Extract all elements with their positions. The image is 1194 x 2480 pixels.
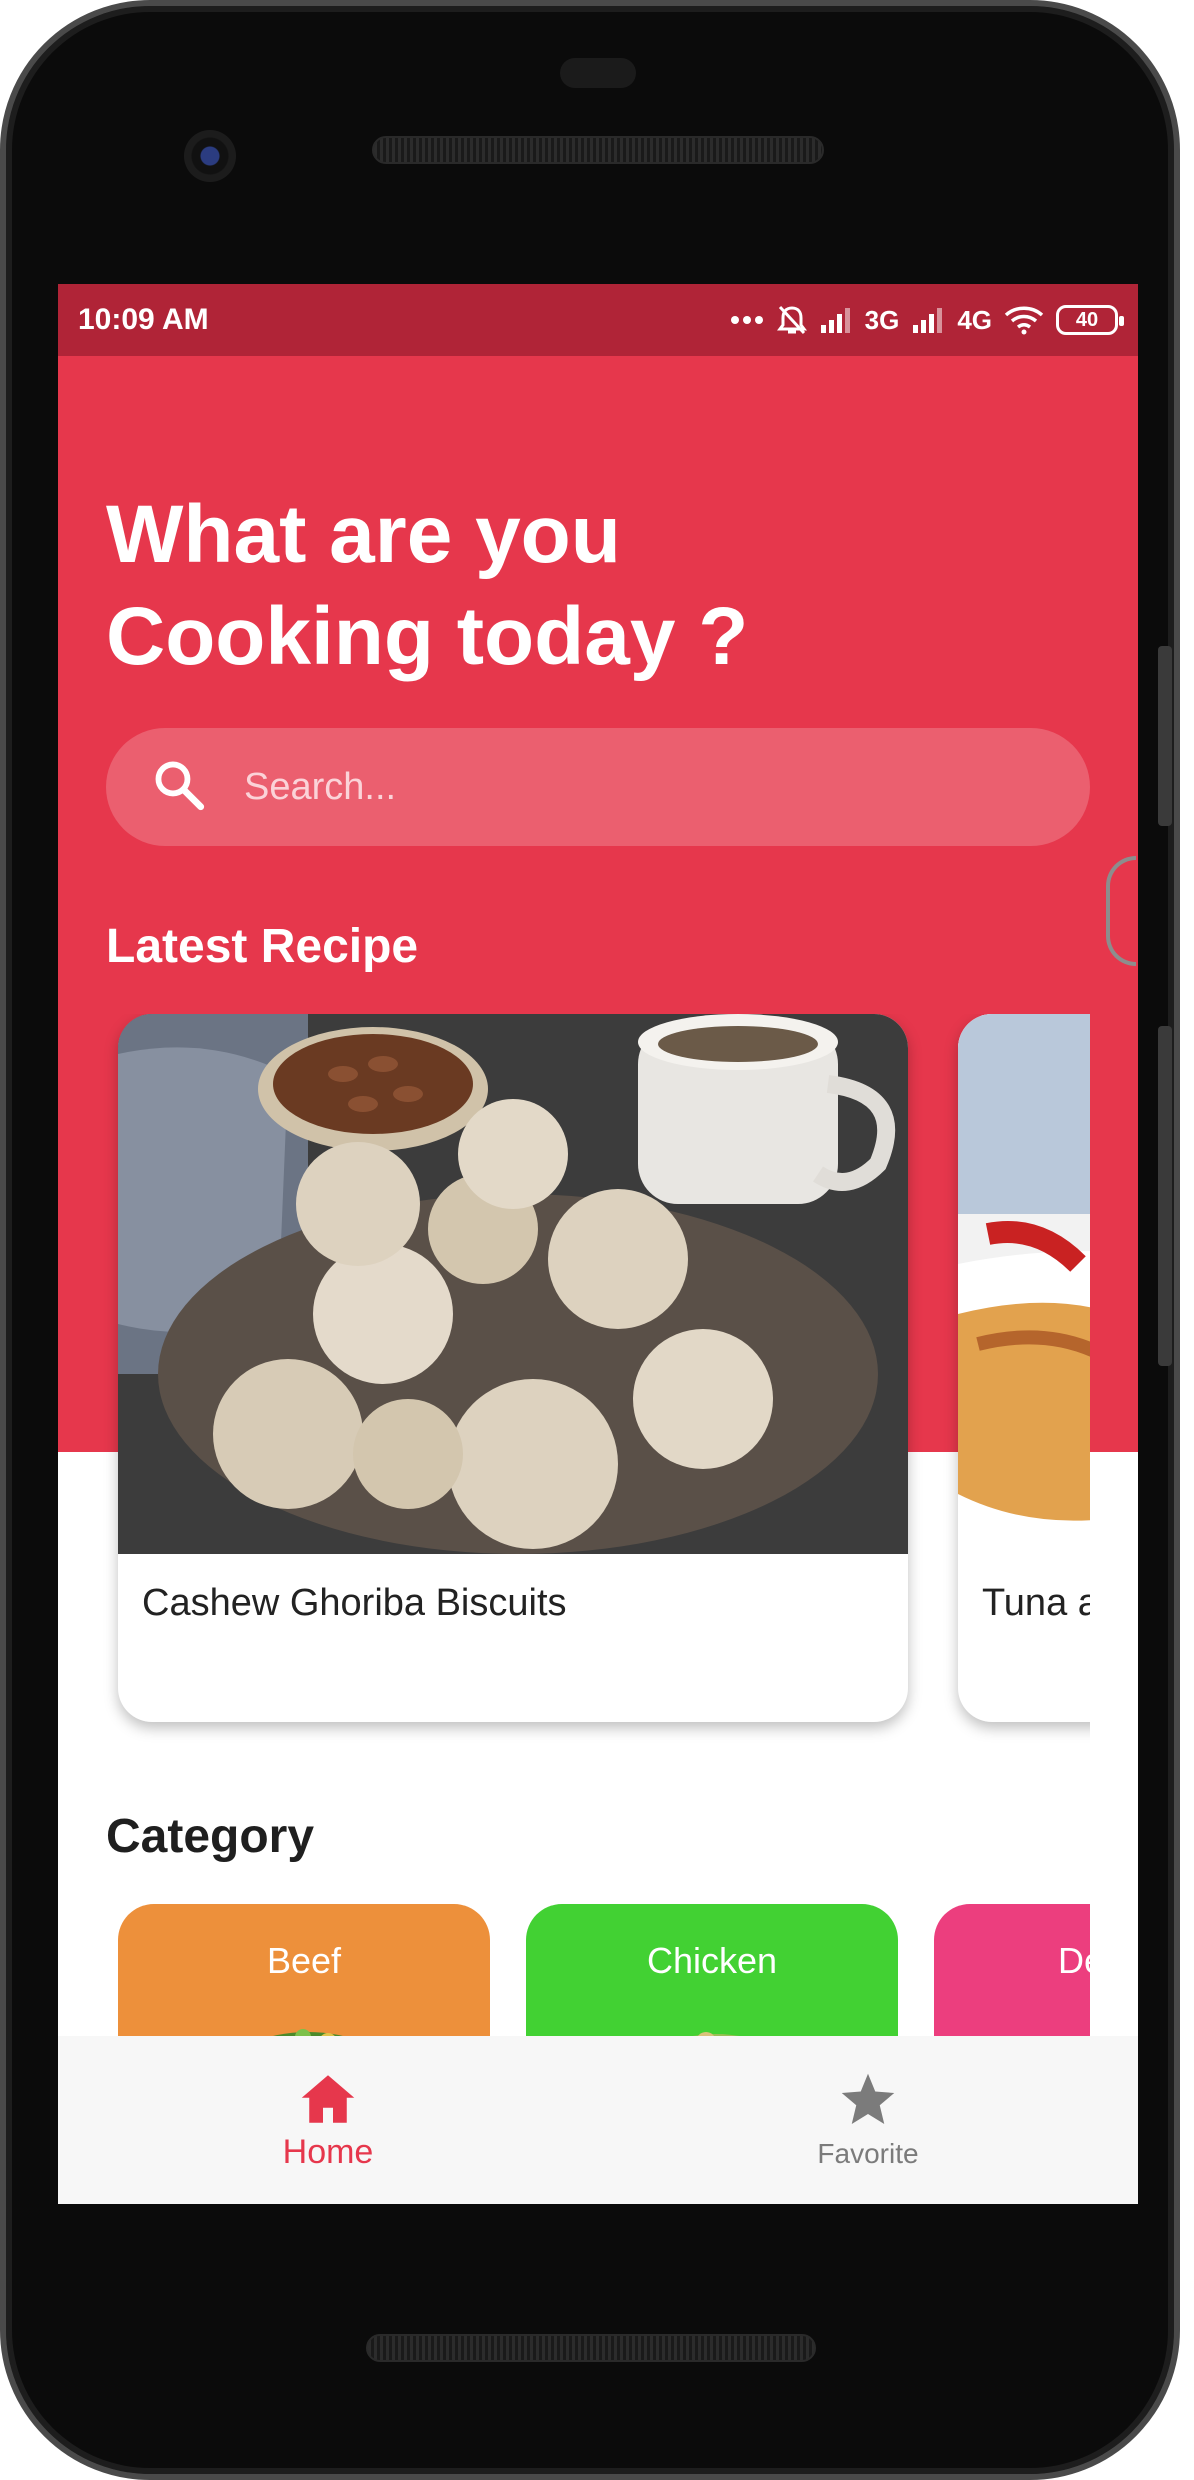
app-screen: 10:09 AM 3G 4G 40 What are you Cooking t… [58, 284, 1138, 2204]
edge-panel-handle[interactable] [1106, 856, 1136, 966]
status-bar: 10:09 AM 3G 4G 40 [58, 284, 1138, 356]
home-icon [301, 2074, 355, 2123]
latest-recipe-carousel[interactable]: Cashew Ghoriba Biscuits Tuna a [58, 1014, 1090, 1754]
page-title-line-2: Cooking today ? [106, 591, 749, 682]
nav-favorite-label: Favorite [817, 2138, 919, 2169]
category-card-dessert[interactable]: De [934, 1904, 1090, 2044]
wifi-icon [1004, 305, 1044, 335]
proximity-sensor [560, 58, 636, 88]
category-carousel[interactable]: Beef Chicken De [58, 1904, 1090, 2044]
nav-home-label: Home [282, 2132, 374, 2171]
recipe-image [958, 1014, 1090, 1554]
bottom-speaker [366, 2334, 816, 2362]
status-icons: 3G 4G 40 [729, 304, 1124, 336]
recipe-name: Tuna a [982, 1582, 1090, 1624]
search-icon [150, 756, 208, 819]
recipe-card[interactable]: Cashew Ghoriba Biscuits [118, 1014, 908, 1722]
category-card-chicken[interactable]: Chicken [526, 1904, 898, 2044]
more-dots-icon [729, 314, 765, 326]
signal-icon [911, 307, 945, 333]
category-heading: Category [106, 1810, 315, 1863]
search-bar[interactable] [106, 728, 1090, 846]
latest-recipe-heading: Latest Recipe [106, 920, 419, 973]
category-card-beef[interactable]: Beef [118, 1904, 490, 2044]
nav-favorite[interactable]: Favorite [598, 2036, 1138, 2204]
page-title: What are you Cooking today ? [106, 484, 748, 688]
side-button [1158, 1026, 1172, 1366]
signal-icon [819, 307, 853, 333]
side-button [1158, 646, 1172, 826]
recipe-image [118, 1014, 908, 1554]
star-icon [841, 2073, 895, 2124]
network-3g-label: 3G [864, 304, 900, 335]
phone-frame: 10:09 AM 3G 4G 40 What are you Cooking t… [0, 0, 1180, 2480]
status-time: 10:09 AM [78, 303, 209, 336]
category-label: Chicken [646, 1940, 778, 1981]
search-input[interactable] [244, 765, 1004, 809]
recipe-name: Cashew Ghoriba Biscuits [142, 1582, 567, 1624]
battery-indicator: 40 [1056, 305, 1124, 335]
recipe-card[interactable]: Tuna a [958, 1014, 1090, 1722]
front-camera [184, 130, 236, 182]
nav-home[interactable]: Home [58, 2036, 598, 2204]
earpiece-speaker [372, 136, 824, 164]
page-title-line-1: What are you [106, 489, 621, 580]
bell-muted-icon [776, 304, 807, 336]
bottom-navigation: Home Favorite [58, 2036, 1138, 2204]
category-label: Beef [266, 1940, 342, 1981]
category-label: De [1058, 1940, 1090, 1981]
network-4g-label: 4G [957, 304, 992, 335]
